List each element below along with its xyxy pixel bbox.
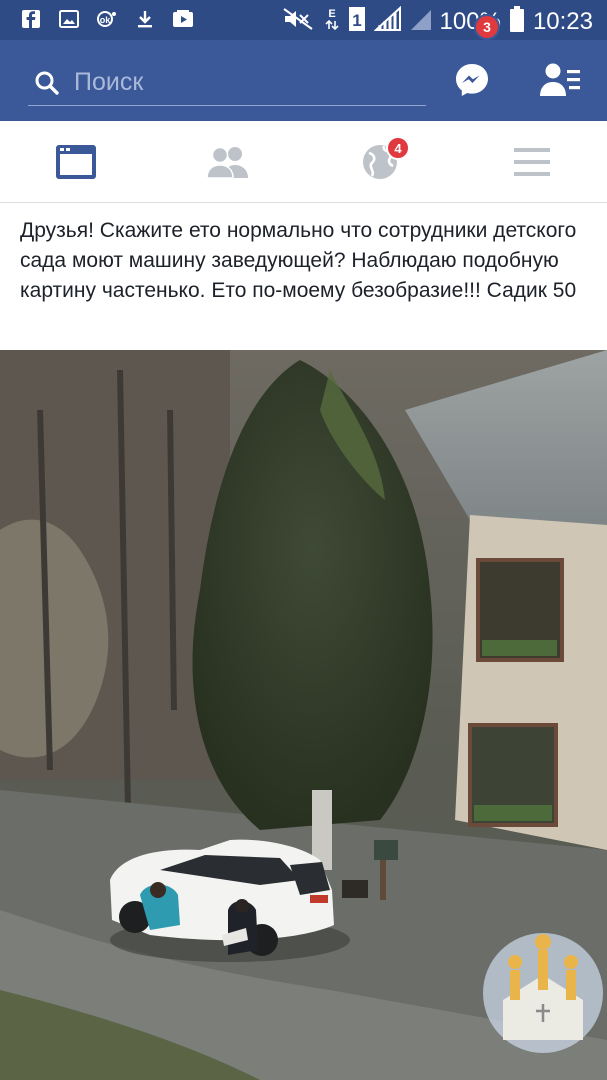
ok-icon: ok: [96, 8, 118, 30]
search-input[interactable]: Поиск: [28, 60, 426, 106]
svg-text:1: 1: [352, 11, 361, 30]
status-left-icons: ok: [20, 8, 194, 30]
battery-icon: [509, 5, 525, 38]
data-icon: E: [324, 5, 340, 38]
signal2-icon: [410, 6, 432, 37]
friends-requests-icon: [206, 146, 248, 179]
news-feed-icon: [56, 145, 96, 179]
top-app-bar: Поиск: [0, 40, 607, 121]
svg-text:E: E: [328, 8, 335, 20]
search-placeholder: Поиск: [74, 68, 144, 96]
status-bar: ok E 1 100% 10:23: [0, 0, 607, 40]
signal-icon: [372, 5, 402, 37]
tab-bar: [0, 121, 607, 203]
post-text: Друзья! Скажите ето нормально что сотруд…: [20, 219, 577, 302]
clock: 10:23: [532, 7, 593, 35]
photo-scene: [0, 350, 607, 1080]
tab-news-feed[interactable]: [52, 139, 100, 185]
messenger-icon: [456, 64, 488, 96]
youtube-icon: [172, 8, 194, 30]
facebook-icon: [20, 8, 42, 30]
post-photo[interactable]: [0, 350, 607, 1080]
sim-icon: 1: [348, 6, 366, 37]
mute-icon: [282, 7, 316, 36]
status-right-icons: E 1 100% 10:23: [282, 5, 593, 38]
messenger-button[interactable]: [448, 56, 496, 104]
search-icon: [34, 70, 60, 96]
friend-requests-button[interactable]: [538, 58, 584, 102]
download-icon: [134, 8, 156, 30]
menu-icon: [514, 148, 550, 176]
svg-text:ok: ok: [100, 15, 111, 25]
tab-friends[interactable]: [204, 139, 252, 185]
gallery-icon: [58, 8, 80, 30]
friend-requests-icon: [540, 63, 580, 96]
tab-menu[interactable]: [508, 139, 556, 185]
notifications-badge: 4: [386, 136, 410, 160]
messenger-badge: 3: [474, 14, 500, 40]
